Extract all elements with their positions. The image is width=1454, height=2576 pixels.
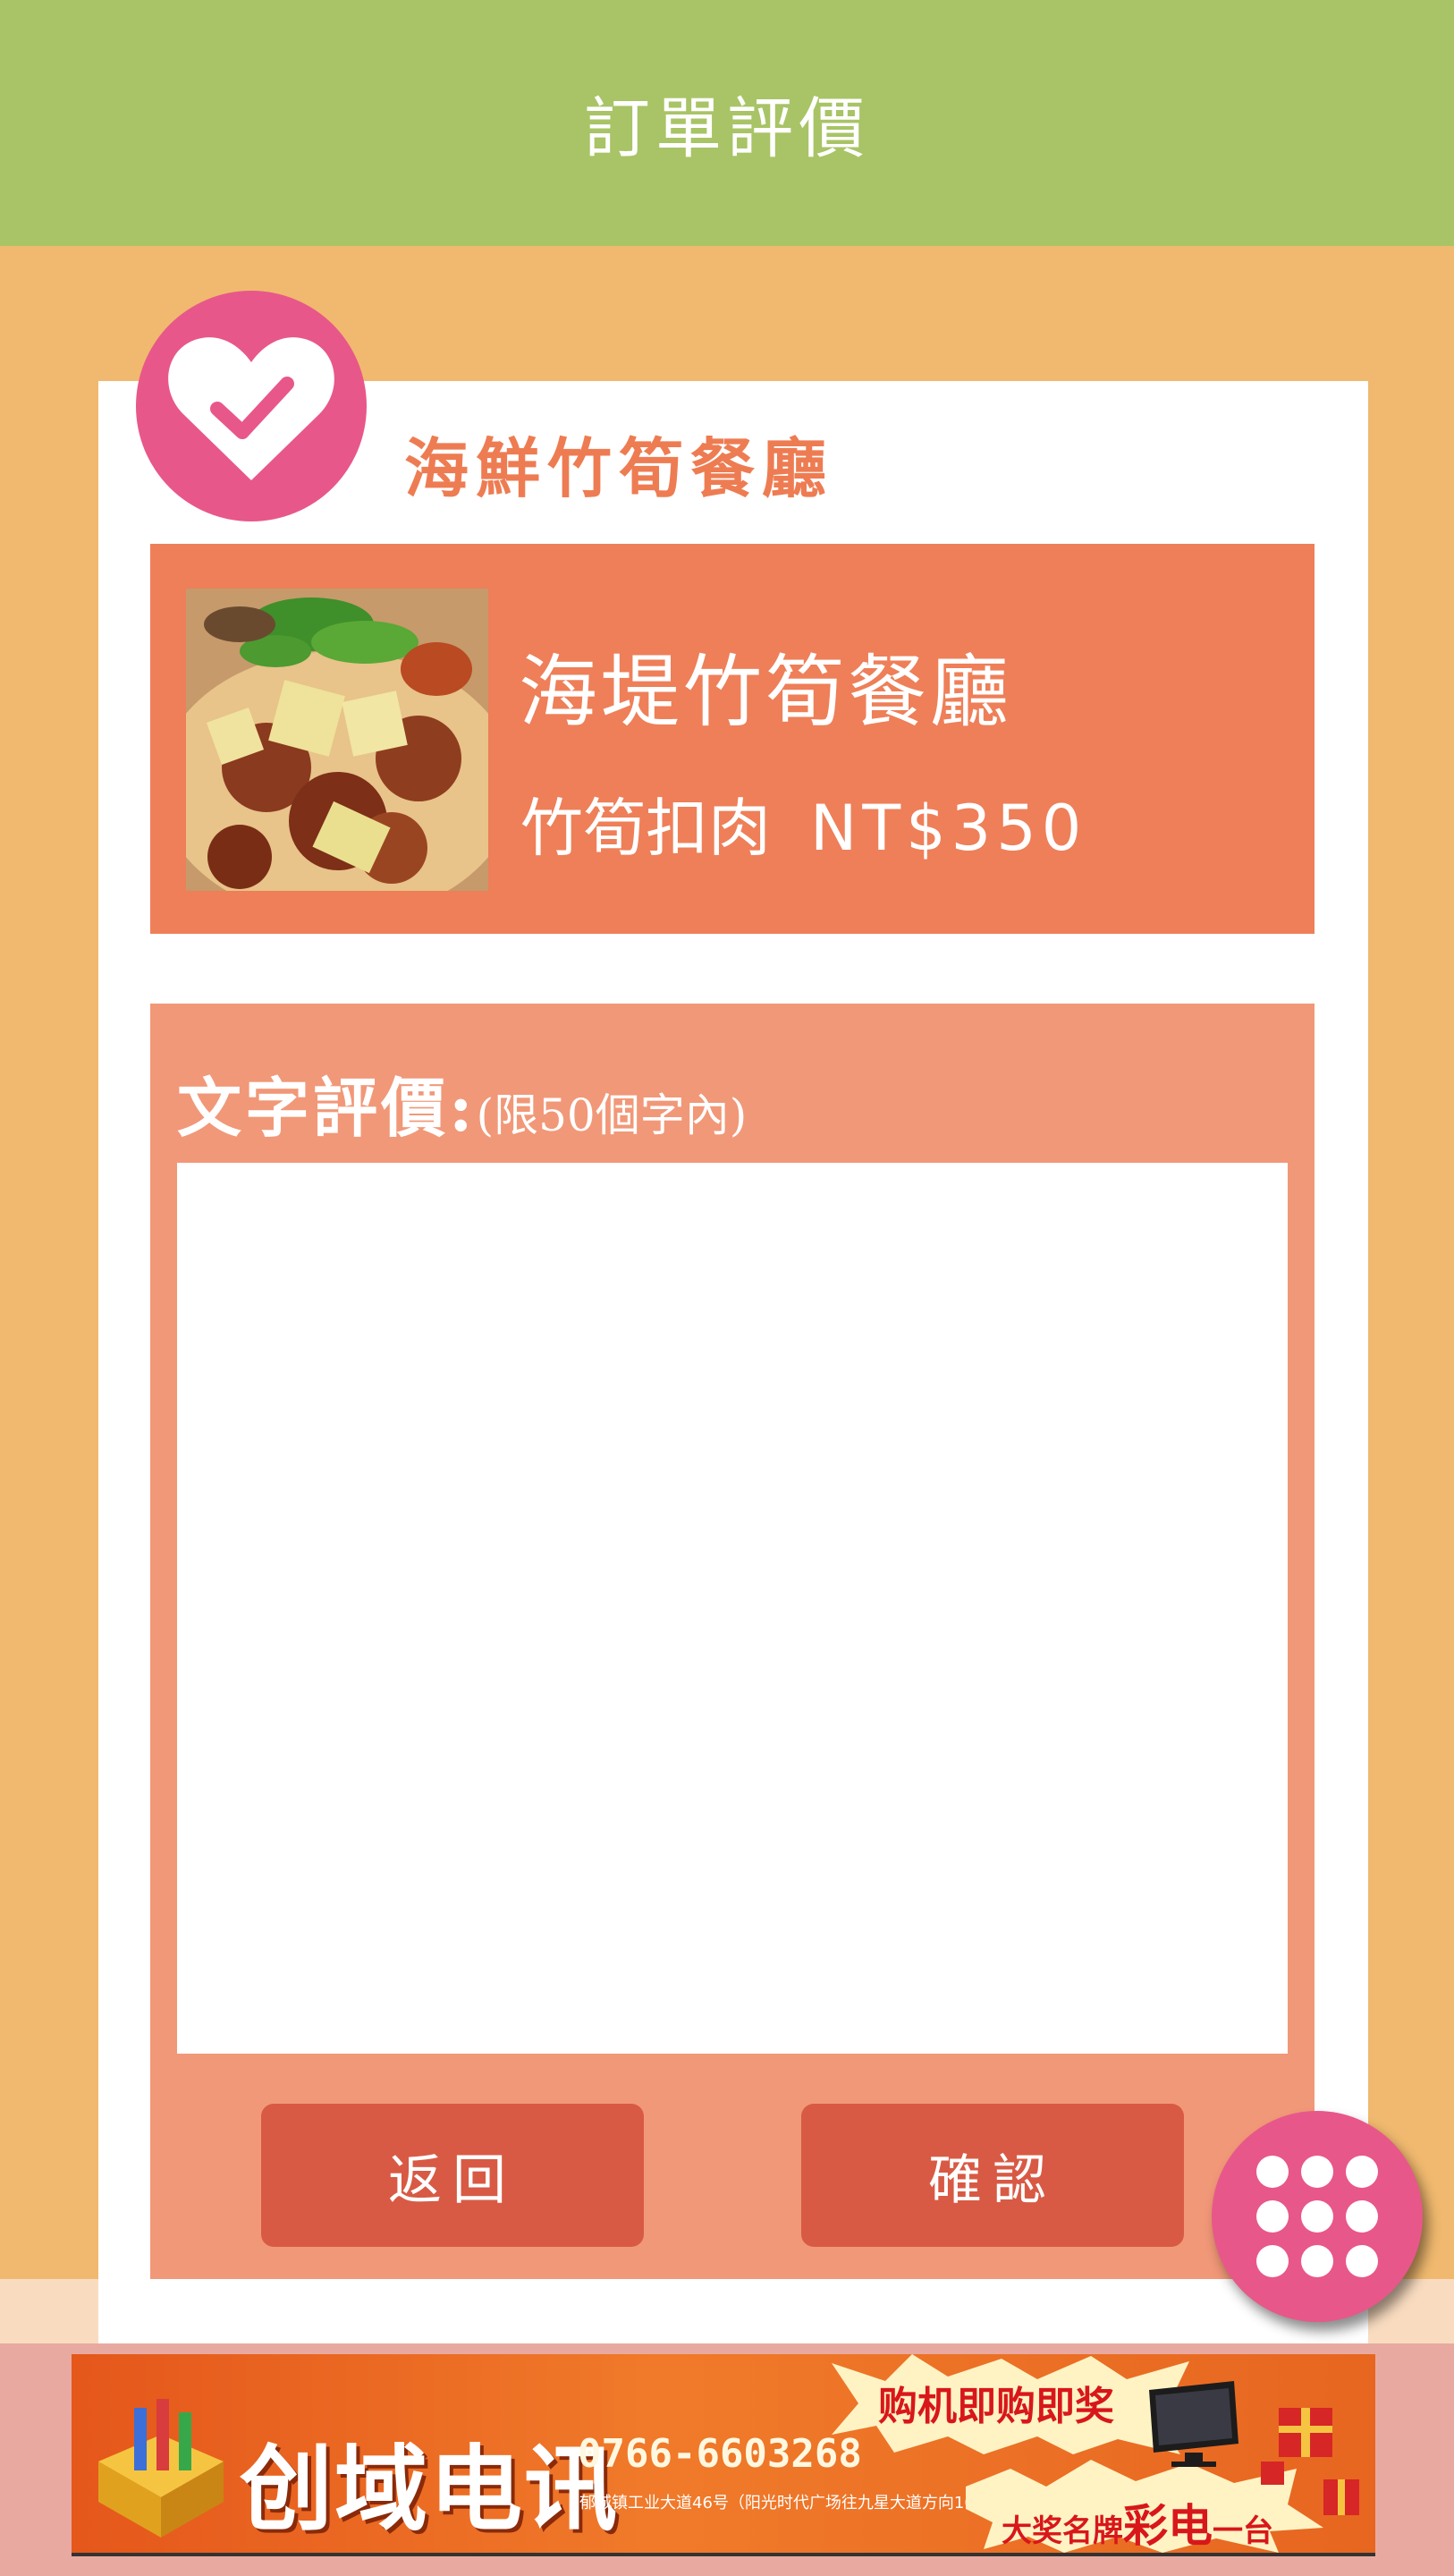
- tv-icon: [1149, 2381, 1238, 2467]
- heart-check-icon: [136, 291, 367, 521]
- gift-box-icon: [98, 2399, 224, 2538]
- ad-prize: 大奖名牌彩电一台: [1002, 2490, 1273, 2553]
- header-bar: 訂單評價: [0, 0, 1454, 246]
- item-name: 竹筍扣肉: [520, 792, 771, 865]
- gift-icon: [1261, 2408, 1359, 2515]
- item-line: 竹筍扣肉 NT$350: [520, 778, 1086, 869]
- ad-brand: 创域电讯: [240, 2435, 620, 2544]
- ad-prize-prefix: 大奖名牌: [1002, 2513, 1123, 2549]
- review-label: 文字評價:(限50個字內): [177, 1055, 747, 1149]
- grid-menu-button[interactable]: [1212, 2111, 1423, 2322]
- ad-banner-area: 创域电讯 0766-6603268 郁城镇工业大道46号（阳光时代广场往九星大道…: [0, 2343, 1454, 2576]
- restaurant-name: 海鮮竹筍餐廳: [404, 430, 834, 506]
- back-button[interactable]: 返回: [261, 2104, 644, 2247]
- ad-prize-emphasis: 彩电: [1123, 2500, 1213, 2552]
- order-item-box: 海堤竹筍餐廳 竹筍扣肉 NT$350: [150, 544, 1315, 934]
- review-section: 文字評價:(限50個字內) 返回 確認: [150, 1004, 1315, 2279]
- store-name: 海堤竹筍餐廳: [519, 646, 1013, 738]
- review-text-input[interactable]: [177, 1163, 1288, 2054]
- confirm-button[interactable]: 確認: [801, 2104, 1184, 2247]
- review-label-main: 文字評價:: [177, 1070, 477, 1146]
- ad-banner[interactable]: 创域电讯 0766-6603268 郁城镇工业大道46号（阳光时代广场往九星大道…: [72, 2354, 1375, 2556]
- ad-promo: 购机即购即奖: [878, 2384, 1114, 2429]
- page-title: 訂單評價: [584, 90, 870, 167]
- item-price: NT$350: [810, 792, 1087, 865]
- food-photo: [186, 589, 488, 891]
- ad-address: 郁城镇工业大道46号（阳光时代广场往九星大道方向100米）: [579, 2494, 1018, 2512]
- review-label-hint: (限50個字內): [476, 1089, 748, 1141]
- ad-phone: 0766-6603268: [578, 2431, 862, 2477]
- grid-menu-icon: [1256, 2156, 1378, 2277]
